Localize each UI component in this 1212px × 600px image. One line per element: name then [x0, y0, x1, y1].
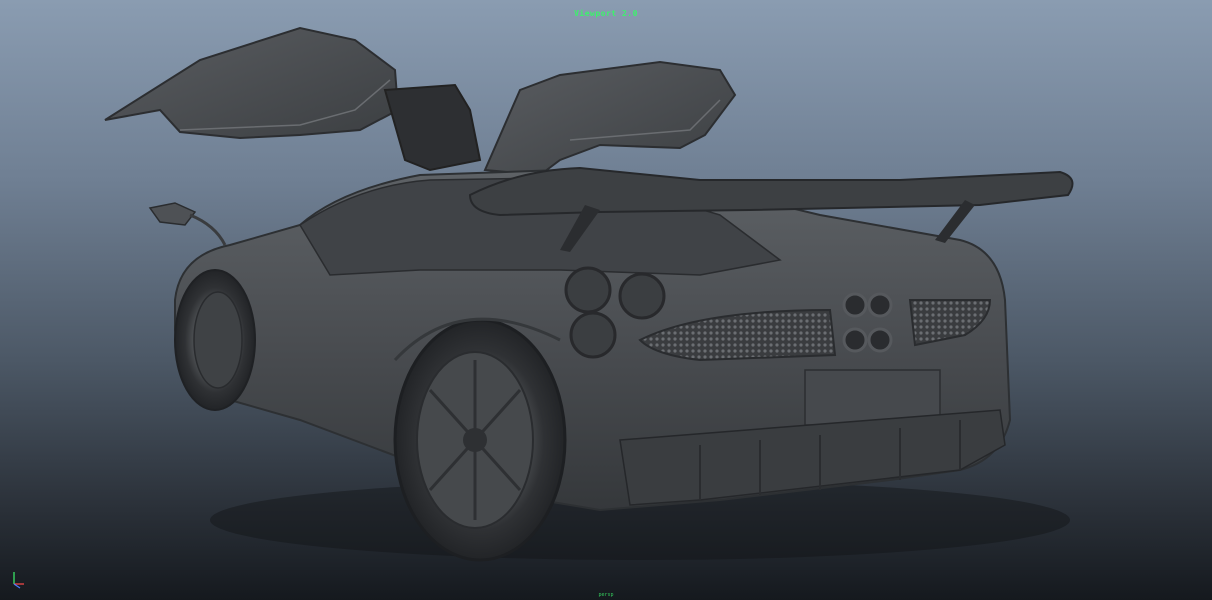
rear-wing [468, 166, 1074, 217]
car-model-render[interactable] [0, 0, 1212, 600]
wheel-rear-right [393, 318, 567, 562]
camera-label: persp [598, 592, 614, 598]
left-door [104, 26, 400, 140]
right-door [483, 60, 737, 177]
viewport-3d[interactable]: Viewport 2.0 persp [0, 0, 1212, 600]
left-door-window [383, 83, 482, 172]
wheel-front-left [174, 269, 256, 411]
side-mirror [148, 202, 197, 226]
xyz-axis-icon [13, 572, 24, 589]
